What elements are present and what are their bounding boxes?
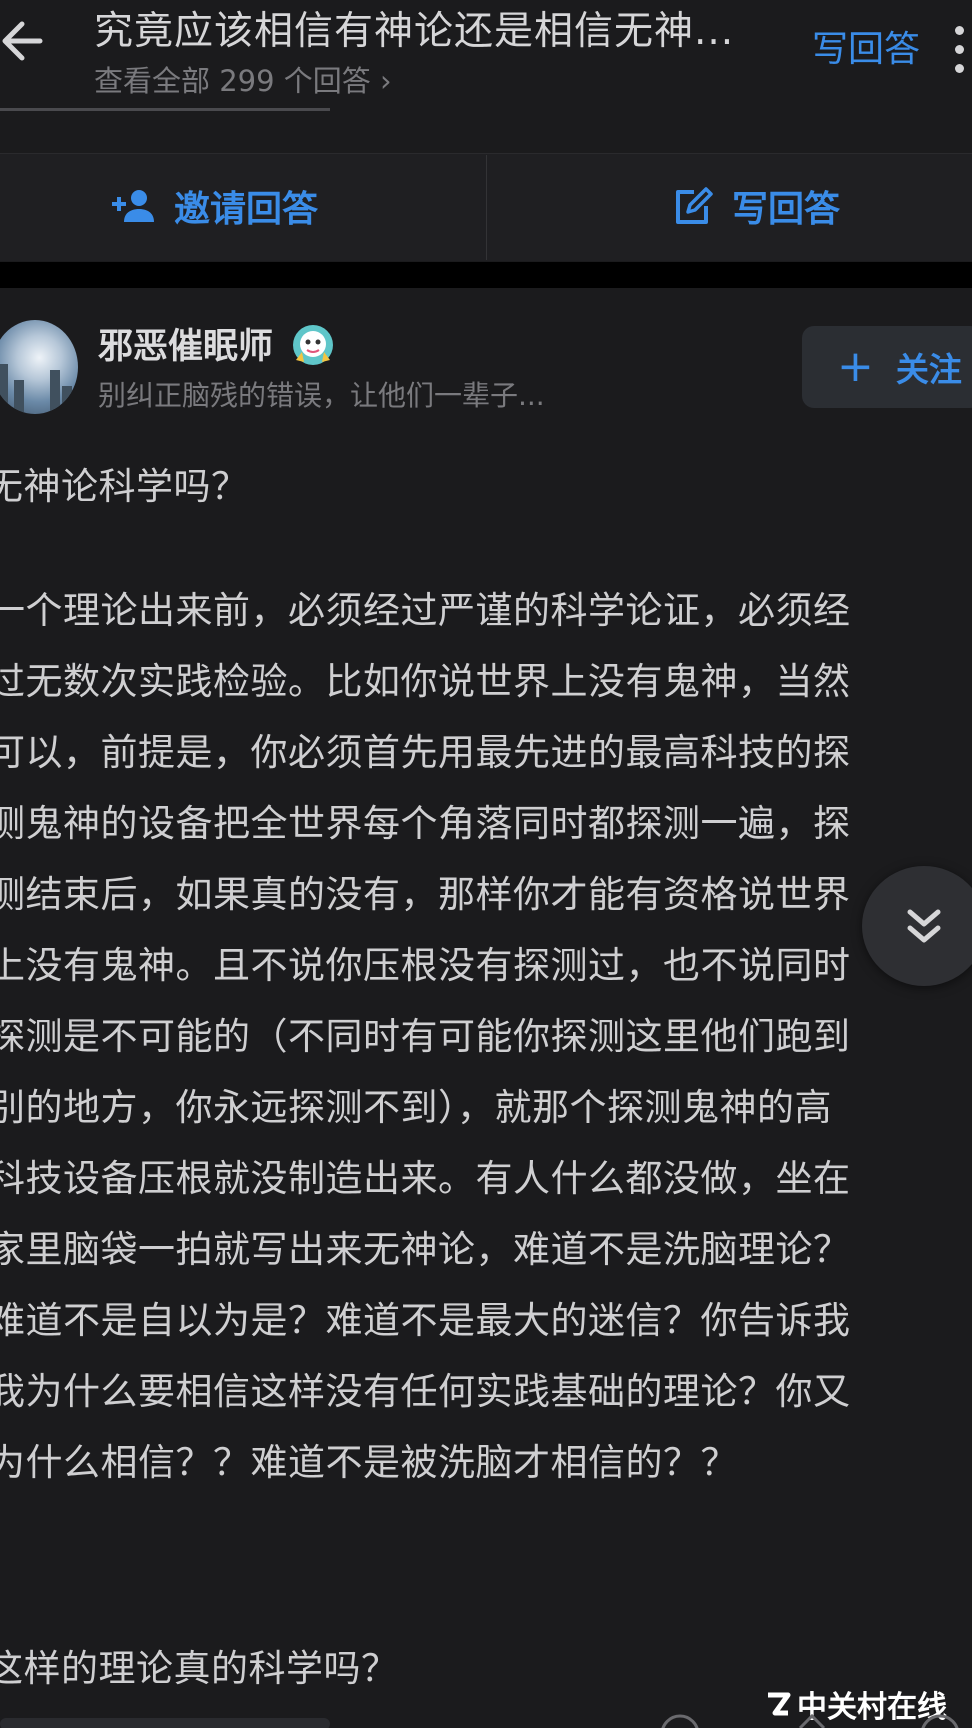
write-answer-top-button[interactable]: 写回答	[812, 20, 920, 72]
back-arrow-icon[interactable]	[0, 14, 48, 68]
body-line: 测鬼神的设备把全世界每个角落同时都探测一遍，探	[0, 802, 851, 845]
action-divider	[486, 155, 487, 260]
body-line: 一个理论出来前，必须经过严谨的科学论证，必须经	[0, 589, 851, 632]
plus-icon: +	[837, 341, 874, 392]
verified-badge-icon	[293, 325, 333, 365]
scroll-next-button[interactable]	[862, 866, 972, 986]
edit-icon	[676, 187, 713, 224]
avatar[interactable]	[0, 320, 78, 414]
author-bio: 别纠正脑残的错误，让他们一辈子...	[98, 379, 545, 412]
top-bar: 究竟应该相信有神论还是相信无神... 查看全部 299 个回答 › 写回答	[0, 0, 972, 114]
answer-paragraph: 无神论科学吗？	[0, 465, 249, 508]
write-answer-button[interactable]: 写回答	[672, 180, 840, 232]
body-line: 难道不是自以为是？难道不是最大的迷信？你告诉我	[0, 1299, 851, 1342]
body-line: 科技设备压根就没制造出来。有人什么都没做，坐在	[0, 1157, 851, 1200]
body-line: 可以，前提是，你必须首先用最先进的最高科技的探	[0, 731, 851, 774]
answer-paragraph: 这样的理论真的科学吗？	[0, 1647, 399, 1690]
body-line: 过无数次实践检验。比如你说世界上没有鬼神，当然	[0, 660, 851, 703]
add-person-icon	[112, 190, 154, 222]
body-line: 测结束后，如果真的没有，那样你才能有资格说世界	[0, 873, 851, 916]
body-line: 上没有鬼神。且不说你压根没有探测过，也不说同时	[0, 944, 851, 987]
body-line: 探测是不可能的（不同时有可能你探测这里他们跑到	[0, 1015, 851, 1058]
invite-answer-button[interactable]: 邀请回答	[112, 180, 318, 232]
question-title[interactable]: 究竟应该相信有神论还是相信无神...	[94, 0, 734, 56]
follow-label: 关注	[895, 350, 962, 389]
double-chevron-down-icon	[907, 909, 941, 943]
clipped-text-remnant	[0, 104, 330, 114]
invite-answer-label: 邀请回答	[174, 189, 319, 230]
write-answer-label: 写回答	[732, 189, 841, 230]
body-line: 为什么相信？？难道不是被洗脑才相信的？？	[0, 1441, 738, 1484]
body-line: 家里脑袋一拍就写出来无神论，难道不是洗脑理论？	[0, 1228, 851, 1271]
more-vertical-icon[interactable]	[955, 26, 971, 76]
bottom-bar-remnant	[0, 1713, 959, 1728]
follow-button[interactable]: + 关注	[802, 326, 972, 408]
body-line: 别的地方，你永远探测不到），就那个探测鬼神的高	[0, 1086, 832, 1129]
section-separator	[0, 262, 972, 288]
author-name[interactable]: 邪恶催眠师	[98, 318, 273, 369]
view-all-answers-link[interactable]: 查看全部 299 个回答 ›	[94, 58, 392, 100]
body-line: 我为什么要相信这样没有任何实践基础的理论？你又	[0, 1370, 851, 1413]
